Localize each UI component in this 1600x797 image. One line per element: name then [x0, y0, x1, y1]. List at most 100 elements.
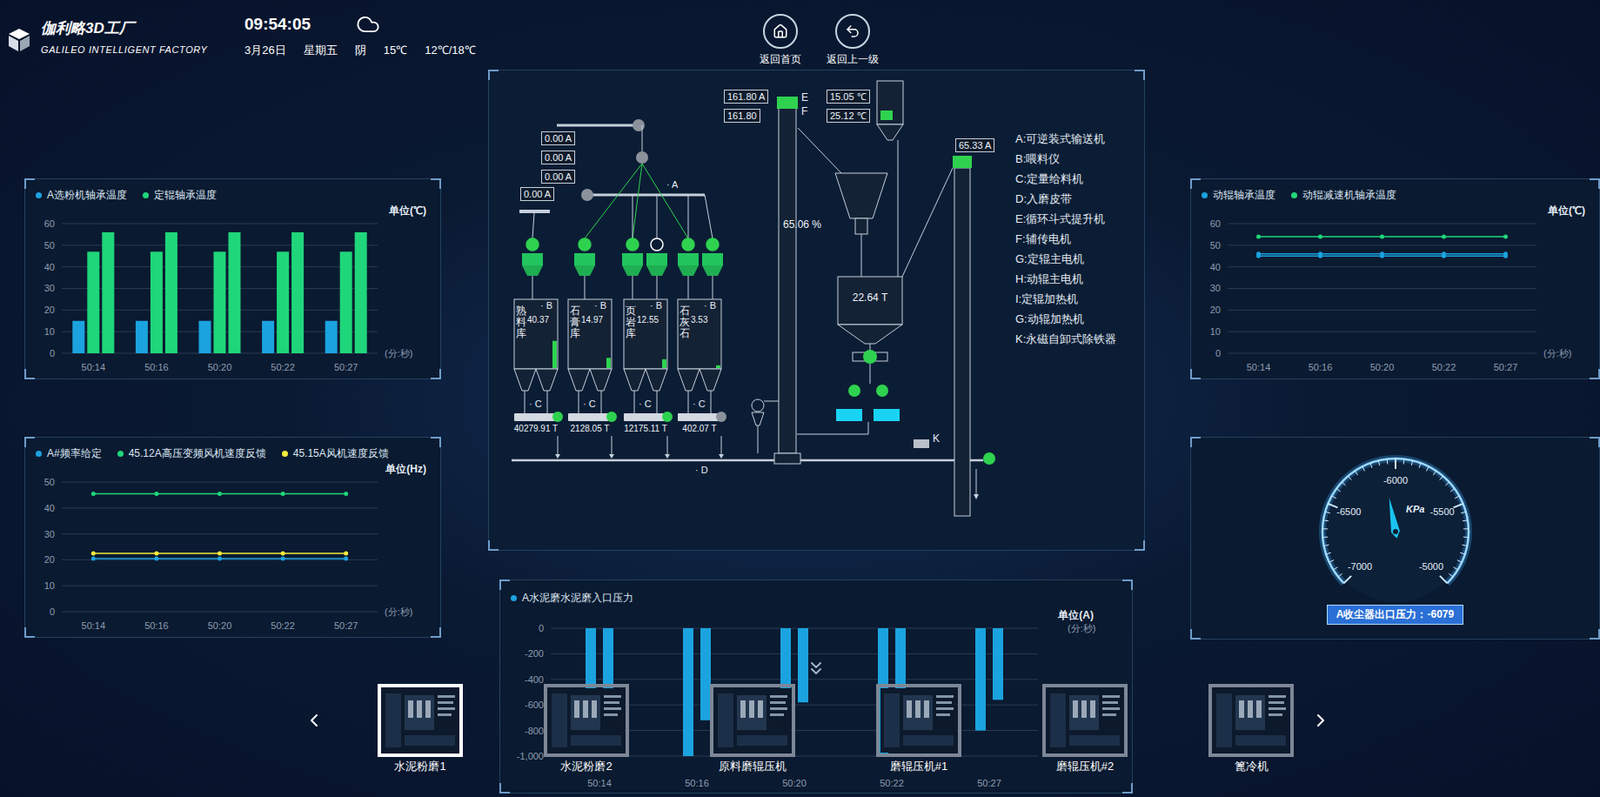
current-reading: 0.00 A	[541, 169, 576, 184]
corner-mark	[1122, 579, 1133, 590]
legend-dot	[35, 450, 42, 457]
y-tick: 40	[35, 502, 55, 515]
legend-item: 45.12A高压变频风机速度反馈	[117, 446, 267, 461]
feeder-status	[552, 411, 563, 422]
roller-temperature-panel: 动辊轴承温度动辊减速机轴承温度单位(℃)6050403020100(分:秒)50…	[1190, 178, 1600, 380]
grid-line	[61, 482, 378, 483]
y-tick: 0	[35, 347, 55, 360]
bar	[682, 628, 694, 757]
corner-mark	[499, 579, 510, 590]
silo-name: 页岩库	[625, 305, 636, 341]
carousel-label: 磨辊压机#2	[1056, 759, 1114, 774]
nav-button[interactable]: 返回上一级	[822, 13, 884, 70]
line-series	[91, 550, 349, 556]
legend-dot	[142, 192, 149, 199]
grid-line	[550, 653, 1038, 655]
bar	[72, 321, 85, 354]
line-series	[91, 555, 349, 561]
carousel-next[interactable]	[1310, 683, 1332, 757]
grid-line	[1227, 266, 1537, 268]
y-tick: 60	[35, 217, 55, 230]
x-tick: 50:27	[314, 361, 378, 374]
corner-mark	[430, 627, 442, 638]
carousel-item[interactable]: 磨辊压机#2	[1042, 683, 1128, 774]
line-point	[217, 491, 222, 496]
gauge-tick	[1445, 482, 1449, 486]
carousel-thumbnail	[377, 683, 463, 757]
bar	[340, 251, 353, 354]
legend-label: 45.12A高压变频风机速度反馈	[128, 446, 267, 461]
gauge-tick	[1411, 460, 1413, 466]
line-point	[343, 555, 349, 561]
x-tick: 50:27	[314, 619, 378, 632]
line-point	[1256, 234, 1261, 239]
return-elevator	[954, 167, 971, 516]
carousel-prev[interactable]	[303, 683, 325, 757]
line-point	[281, 491, 286, 496]
gauge-tick	[1452, 503, 1463, 509]
chart-body: 6050403020100	[35, 217, 378, 360]
thumbnail-preview	[880, 688, 958, 753]
silo-level	[552, 341, 557, 369]
motor-status	[578, 238, 591, 251]
silo-level	[606, 357, 611, 369]
silo-name: 石灰石	[679, 305, 690, 341]
silo	[623, 299, 673, 459]
legend-entry: B:喂料仪	[1015, 151, 1117, 168]
motor-status	[526, 238, 539, 251]
carousel-item[interactable]: 篦冷机	[1208, 683, 1294, 774]
legend-dot	[117, 450, 124, 457]
gauge-tick	[1456, 560, 1461, 563]
bar	[975, 628, 986, 731]
gauge-tick	[1323, 519, 1329, 522]
carousel-item[interactable]: 水泥粉磨2	[543, 683, 630, 774]
carousel-item[interactable]: 原料磨辊压机	[709, 683, 796, 774]
right-column: 动辊轴承温度动辊减速机轴承温度单位(℃)6050403020100(分:秒)50…	[1190, 0, 1600, 794]
x-tick: 50:14	[1227, 361, 1290, 374]
y-tick: -200	[510, 647, 544, 660]
corner-mark	[1134, 69, 1145, 81]
corner-mark	[1190, 629, 1201, 640]
legend-item: 定辊轴承温度	[142, 187, 217, 202]
y-tick: 20	[1201, 303, 1221, 316]
bar	[135, 321, 148, 354]
y-tick: 20	[35, 553, 55, 566]
y-tick: 10	[35, 579, 55, 592]
bar	[87, 251, 100, 354]
y-tick: 0	[1201, 347, 1221, 360]
gauge-tick	[1459, 552, 1466, 555]
y-tick: 30	[35, 528, 55, 541]
clock-time: 09:54:05	[244, 13, 311, 35]
chevron-right-icon	[1310, 709, 1332, 732]
gauge-tick	[1322, 536, 1328, 538]
small-silo	[876, 80, 904, 125]
silo-reading: 3.53	[690, 314, 708, 326]
carousel-thumbnail	[1208, 683, 1294, 757]
gauge-tick	[1425, 466, 1429, 471]
feeder-tag: · C	[638, 398, 652, 409]
corner-mark	[24, 178, 35, 189]
bar	[150, 251, 163, 354]
line-point	[1503, 234, 1508, 239]
axis-unit: (分:秒)	[384, 605, 413, 618]
bearing-temperature-panel: A选粉机轴承温度定辊轴承温度单位(℃)6050403020100(分:秒)50:…	[24, 178, 442, 380]
corner-mark	[1122, 783, 1133, 794]
line-point	[1441, 254, 1447, 259]
x-tick: 50:20	[187, 619, 252, 632]
legend-dot	[281, 450, 288, 457]
carousel-item[interactable]: 水泥粉磨1	[377, 683, 463, 774]
gauge-tick	[1361, 466, 1365, 471]
plot-area	[61, 475, 378, 618]
cloud-icon	[355, 12, 381, 37]
return-elevator-current: 65.33 A	[955, 138, 995, 153]
silo	[677, 299, 727, 459]
gauge-tick	[1448, 573, 1453, 577]
nav-button[interactable]: 返回首页	[749, 13, 811, 70]
weather: 阴	[354, 43, 367, 58]
x-axis: 50:1450:1650:2050:2250:27	[550, 776, 1038, 790]
carousel-item[interactable]: 磨辊压机#1	[876, 683, 962, 774]
carousel-label: 水泥粉磨2	[560, 759, 612, 774]
bar	[228, 232, 242, 354]
expand-icon[interactable]	[805, 657, 827, 679]
mill-belt	[511, 459, 984, 462]
